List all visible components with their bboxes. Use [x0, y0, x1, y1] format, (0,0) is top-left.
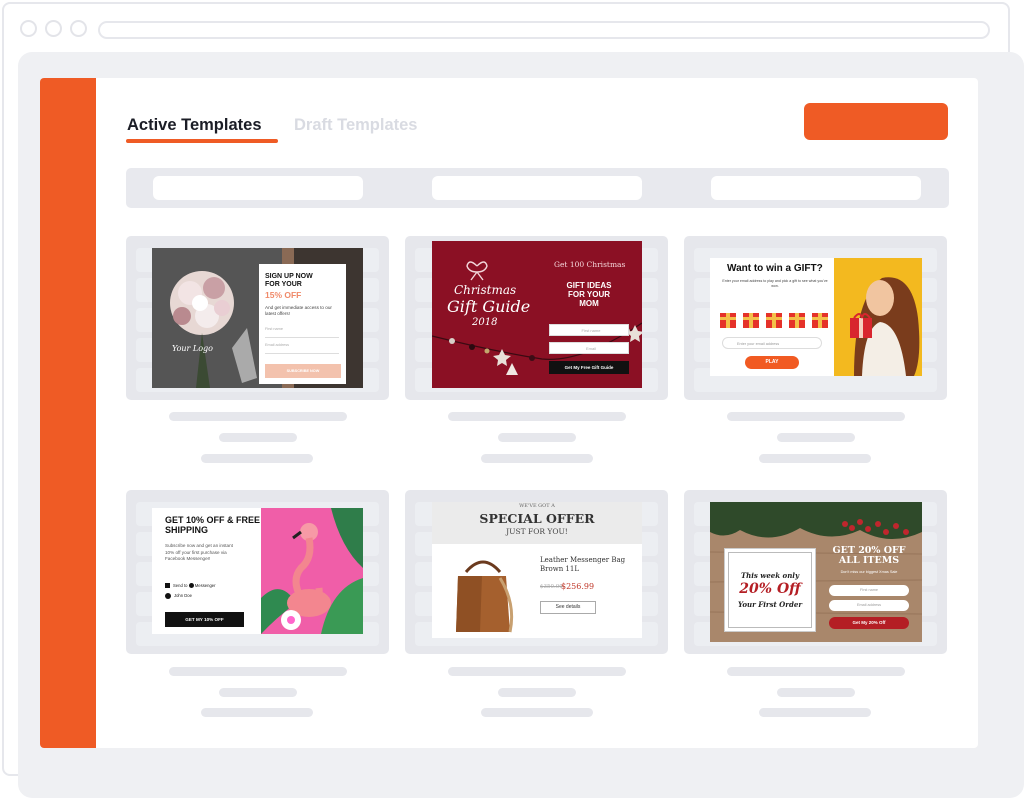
filter-bar [126, 168, 949, 208]
game-body: Enter your email address to play and pic… [722, 279, 828, 288]
template-preview[interactable]: Want to win a GIFT? Enter your email add… [710, 258, 922, 376]
product-name: Leather Messenger Bag Brown 11L [540, 556, 626, 573]
card-4-title-placeholder [169, 667, 347, 676]
promo-box: This week only 20% Off Your First Order [724, 548, 816, 632]
template-card-1[interactable]: Your Logo SIGN UP NOW FOR YOUR 15% OFF A… [126, 236, 389, 400]
tab-active-templates[interactable]: Active Templates [127, 116, 262, 135]
template-card-3[interactable]: Want to win a GIFT? Enter your email add… [684, 236, 947, 400]
email-field[interactable]: Email [549, 342, 629, 354]
signup-form: SIGN UP NOW FOR YOUR 15% OFF And get imm… [259, 264, 346, 384]
sale-title: GET 20% OFF ALL ITEMS [832, 545, 906, 566]
filter-field-3[interactable] [711, 176, 921, 200]
card-2-meta-placeholder [498, 433, 576, 442]
window-dot-minimize[interactable] [45, 20, 62, 37]
filter-field-1[interactable] [153, 176, 363, 200]
see-details-button[interactable]: See details [540, 601, 596, 614]
card-5-action-placeholder [481, 708, 593, 717]
get-gift-guide-button[interactable]: Get My Free Gift Guide [549, 361, 629, 374]
get-discount-button[interactable]: GET MY 10% OFF [165, 612, 244, 627]
messenger-option-2[interactable]: John Doe [165, 593, 192, 599]
card-2-action-placeholder [481, 454, 593, 463]
card-3-meta-placeholder [777, 433, 855, 442]
first-name-field[interactable]: First name [829, 585, 909, 596]
get-discount-button[interactable]: Get My 20% Off [829, 617, 909, 629]
card-5-meta-placeholder [498, 688, 576, 697]
signup-body: And get immediate access to our latest o… [265, 305, 332, 316]
card-1-title-placeholder [169, 412, 347, 421]
offer-title: GET 10% OFF & FREE SHIPPING [165, 515, 261, 535]
card-4-meta-placeholder [219, 688, 297, 697]
promo-line-3: Your First Order [737, 600, 803, 609]
guide-heading: Get 100 Christmas [554, 260, 626, 269]
flamingo-image [261, 508, 363, 634]
promo-line-2: 20% Off [739, 581, 801, 597]
script-title-2: Gift Guide [447, 297, 531, 316]
script-title-1: Christmas [454, 283, 517, 297]
signup-title-1: SIGN UP NOW [265, 273, 313, 280]
offer-small: WE'VE GOT A [519, 503, 555, 509]
woman-with-gift-photo [834, 258, 922, 376]
email-field[interactable]: Enter your email address [722, 337, 822, 349]
promo-line-1: This week only [740, 571, 800, 580]
card-1-meta-placeholder [219, 433, 297, 442]
active-tab-indicator [126, 139, 278, 143]
card-6-meta-placeholder [777, 688, 855, 697]
price: $256.99 [561, 582, 595, 591]
card-6-title-placeholder [727, 667, 905, 676]
address-bar[interactable] [98, 21, 990, 39]
template-card-4[interactable]: GET 10% OFF & FREE SHIPPING Subscribe no… [126, 490, 389, 654]
template-preview[interactable]: GET 10% OFF & FREE SHIPPING Subscribe no… [152, 508, 363, 634]
play-button[interactable]: PLAY [745, 356, 799, 369]
window-dot-maximize[interactable] [70, 20, 87, 37]
template-preview[interactable]: WE'VE GOT A SPECIAL OFFER JUST FOR YOU! … [432, 502, 642, 638]
subscribe-button[interactable]: SUBSCRIBE NOW [265, 364, 341, 378]
template-preview[interactable]: This week only 20% Off Your First Order … [710, 502, 922, 642]
sale-body: Don't miss our biggest Xmas Sale [840, 570, 898, 574]
card-2-title-placeholder [448, 412, 626, 421]
offer-body: Subscribe now and get an instant 10% off… [165, 543, 233, 561]
app-panel: Active Templates Draft Templates Your Lo… [40, 78, 978, 748]
card-4-action-placeholder [201, 708, 313, 717]
logo-text: Your Logo [172, 344, 213, 353]
template-preview[interactable]: Christmas Gift Guide 2018 Get 100 Christ… [432, 241, 642, 388]
email-field[interactable]: Email address [829, 600, 909, 611]
gift-boxes [720, 313, 828, 328]
first-name-field[interactable]: First name [265, 327, 339, 338]
messenger-option-1[interactable]: Send to Messenger [165, 583, 216, 589]
email-field[interactable]: Email address [265, 343, 339, 354]
card-6-action-placeholder [759, 708, 871, 717]
guide-title: GIFT IDEAS FOR YOUR MOM [566, 281, 612, 308]
template-card-6[interactable]: This week only 20% Off Your First Order … [684, 490, 947, 654]
game-title: Want to win a GIFT? [727, 263, 823, 274]
offer-title: SPECIAL OFFER [479, 511, 595, 526]
template-card-2[interactable]: Christmas Gift Guide 2018 Get 100 Christ… [405, 236, 668, 400]
card-3-title-placeholder [727, 412, 905, 421]
card-5-title-placeholder [448, 667, 626, 676]
card-1-action-placeholder [201, 454, 313, 463]
primary-action-button[interactable] [804, 103, 948, 140]
sidebar [40, 78, 96, 748]
offer-sub: JUST FOR YOU! [506, 527, 568, 536]
filter-field-2[interactable] [432, 176, 642, 200]
template-card-5[interactable]: WE'VE GOT A SPECIAL OFFER JUST FOR YOU! … [405, 490, 668, 654]
signup-title-2: FOR YOUR [265, 281, 302, 288]
card-3-action-placeholder [759, 454, 871, 463]
script-year: 2018 [472, 317, 498, 328]
discount-label: 15% OFF [265, 290, 302, 300]
first-name-field[interactable]: First name [549, 324, 629, 336]
bag-photo [456, 560, 514, 633]
window-dot-close[interactable] [20, 20, 37, 37]
template-preview[interactable]: Your Logo SIGN UP NOW FOR YOUR 15% OFF A… [152, 248, 363, 388]
old-price: $350.00 [540, 584, 563, 590]
tab-draft-templates[interactable]: Draft Templates [294, 116, 417, 135]
